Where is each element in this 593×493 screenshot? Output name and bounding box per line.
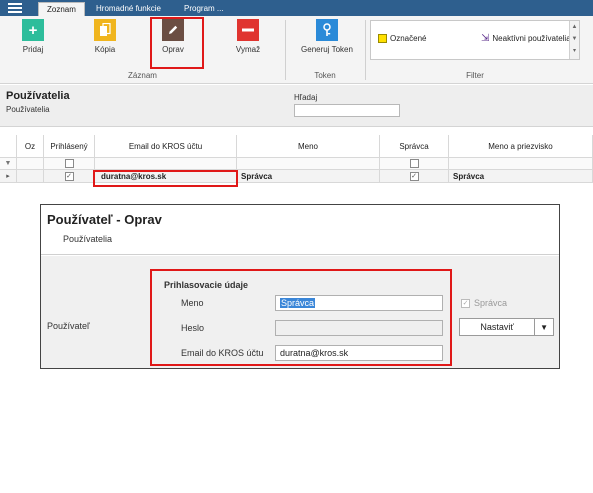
user-side-label: Používateľ: [47, 321, 90, 331]
filter-cell-oz[interactable]: [17, 158, 44, 169]
cell-oz[interactable]: [17, 170, 44, 182]
page-header: Používatelia Používatelia Hľadaj: [0, 85, 593, 127]
filter-cell-prihlaseny[interactable]: [44, 158, 95, 169]
row-pointer-icon: ▸: [0, 170, 17, 182]
filter-cell-email[interactable]: [95, 158, 237, 169]
ribbon: + Pridaj Kópia Oprav Vymaž Záznam Generu…: [0, 16, 593, 84]
dialog-header: Používateľ - Oprav Používatelia: [41, 205, 559, 255]
tab-zoznam[interactable]: Zoznam: [38, 2, 85, 16]
generate-token-label: Generuj Token: [301, 45, 353, 54]
tab-program[interactable]: Program ...: [176, 2, 232, 16]
top-menu-bar: Zoznam Hromadné funkcie Program ...: [0, 0, 593, 16]
cell-spravca[interactable]: ✓: [380, 170, 449, 182]
filter-cell-spravca[interactable]: [380, 158, 449, 169]
dialog-title: Používateľ - Oprav: [47, 212, 162, 227]
hamburger-menu-icon[interactable]: [8, 3, 22, 13]
delete-button[interactable]: Vymaž: [233, 19, 263, 54]
filter-checkbox[interactable]: [409, 159, 419, 168]
token-icon: [316, 19, 338, 41]
filter-checkbox[interactable]: [64, 159, 74, 168]
highlight-frame: [150, 269, 452, 366]
cell-prihlaseny[interactable]: ✓: [44, 170, 95, 182]
checked-icon: ✓: [461, 298, 470, 308]
copy-icon: [94, 19, 116, 41]
filter-marked-label: Označené: [390, 34, 427, 43]
column-header-prihlaseny[interactable]: Prihlásený: [44, 135, 95, 157]
dialog-subtitle: Používatelia: [63, 234, 113, 244]
cell-meno[interactable]: Správca: [237, 170, 380, 182]
row-indicator-header: [0, 135, 17, 157]
filter-cell-meno[interactable]: [237, 158, 380, 169]
search-label: Hľadaj: [294, 93, 318, 102]
column-header-spravca[interactable]: Správca: [380, 135, 449, 157]
group-label-token: Token: [314, 71, 336, 80]
filter-box: Označené ⇲ Neaktívni používatelia ▲ ▼ ▾: [370, 20, 580, 60]
add-button-label: Pridaj: [22, 45, 44, 54]
copy-button[interactable]: Kópia: [90, 19, 120, 54]
tab-hromadne-funkcie[interactable]: Hromadné funkcie: [88, 2, 169, 16]
column-header-meno[interactable]: Meno: [237, 135, 380, 157]
minus-icon: [237, 19, 259, 41]
filter-funnel-icon: ▼: [0, 158, 17, 169]
group-label-filter: Filter: [466, 71, 484, 80]
grid-filter-row: ▼: [0, 158, 593, 170]
filter-scrollbar[interactable]: ▲ ▼ ▾: [569, 21, 579, 59]
plus-icon: +: [22, 19, 44, 41]
admin-checkbox[interactable]: ✓ Správca: [461, 298, 507, 308]
page-subtitle: Používatelia: [6, 105, 50, 114]
highlight-frame: [150, 17, 204, 69]
filter-inactive-users[interactable]: ⇲ Neaktívni používatelia: [481, 33, 571, 44]
set-button-label: Nastaviť: [480, 322, 514, 332]
checked-icon[interactable]: ✓: [64, 171, 74, 181]
highlight-frame: [93, 170, 238, 187]
cell-full-name[interactable]: Správca: [449, 170, 593, 182]
marker-icon: [378, 34, 387, 43]
filter-inactive-label: Neaktívni používatelia: [492, 34, 571, 43]
search-input[interactable]: [294, 104, 400, 117]
ribbon-separator: [365, 20, 366, 80]
inactive-users-icon: ⇲: [481, 33, 490, 44]
grid-header-row: Oz Prihlásený Email do KROS účtu Meno Sp…: [0, 135, 593, 158]
column-header-oz[interactable]: Oz: [17, 135, 44, 157]
group-label-record: Záznam: [128, 71, 157, 80]
column-header-email[interactable]: Email do KROS účtu: [95, 135, 237, 157]
set-button[interactable]: Nastaviť ▼: [459, 318, 554, 336]
dropdown-arrow-icon[interactable]: ▼: [535, 323, 553, 332]
checked-icon[interactable]: ✓: [409, 171, 419, 181]
admin-label: Správca: [474, 298, 508, 308]
table-row[interactable]: ▸ ✓ duratna@kros.sk Správca ✓ Správca: [0, 170, 593, 183]
delete-button-label: Vymaž: [235, 45, 261, 54]
filter-cell-full-name[interactable]: [449, 158, 593, 169]
copy-button-label: Kópia: [94, 45, 116, 54]
filter-marked[interactable]: Označené: [378, 34, 426, 43]
add-button[interactable]: + Pridaj: [18, 19, 48, 54]
generate-token-button[interactable]: Generuj Token: [295, 19, 359, 54]
column-header-full-name[interactable]: Meno a priezvisko: [449, 135, 593, 157]
page-title: Používatelia: [6, 90, 70, 102]
